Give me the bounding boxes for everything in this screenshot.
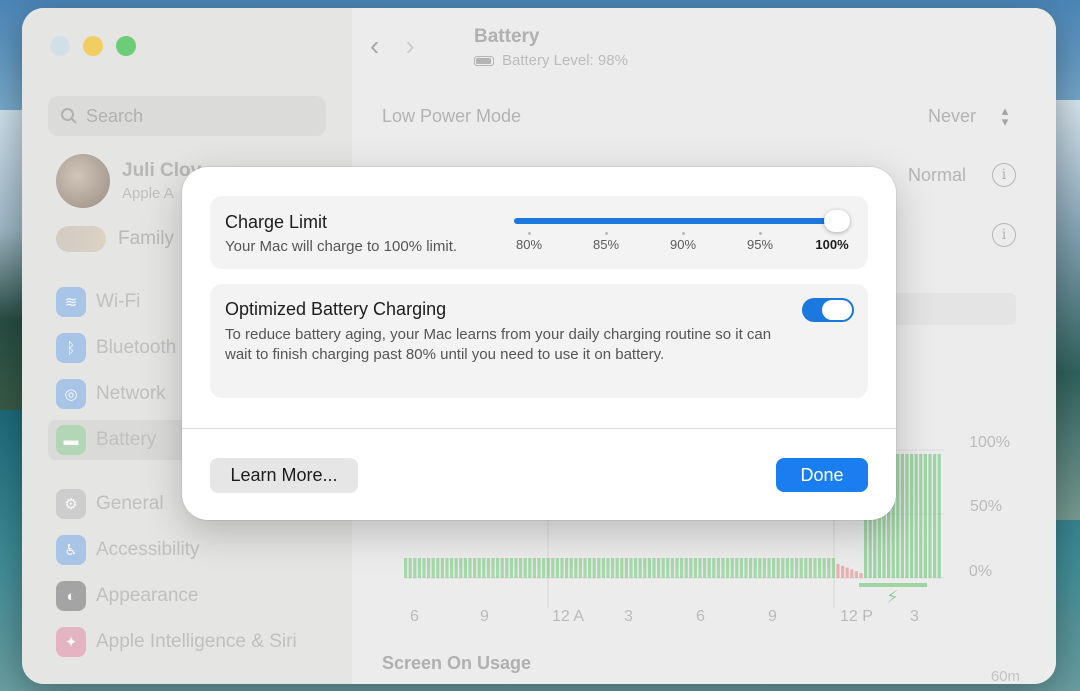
optimized-charging-description: To reduce battery aging, your Mac learns… xyxy=(225,326,772,363)
slider-tick-label: 80% xyxy=(515,237,543,252)
optimized-charging-toggle[interactable] xyxy=(802,298,854,322)
charge-limit-card: Charge Limit Your Mac will charge to 100… xyxy=(210,196,868,269)
battery-options-dialog: Charge Limit Your Mac will charge to 100… xyxy=(182,167,896,520)
charge-limit-title: Charge Limit xyxy=(225,212,328,232)
slider-tick-label: 95% xyxy=(746,237,774,252)
done-button[interactable]: Done xyxy=(776,458,868,492)
slider-tick xyxy=(682,232,685,235)
slider-track xyxy=(514,218,834,224)
charge-limit-slider[interactable]: 80% 85% 90% 95% 100% xyxy=(514,210,854,254)
optimized-charging-title: Optimized Battery Charging xyxy=(225,299,447,319)
slider-tick-label: 90% xyxy=(669,237,697,252)
slider-tick-label: 100% xyxy=(815,237,849,252)
learn-more-button[interactable]: Learn More... xyxy=(210,458,358,492)
slider-tick xyxy=(605,232,608,235)
slider-tick xyxy=(528,232,531,235)
slider-tick-label: 85% xyxy=(592,237,620,252)
dialog-divider xyxy=(182,428,896,429)
charge-limit-description: Your Mac will charge to 100% limit. xyxy=(225,238,458,255)
optimized-charging-card: Optimized Battery Charging To reduce bat… xyxy=(210,284,868,398)
slider-tick xyxy=(759,232,762,235)
slider-thumb[interactable] xyxy=(824,210,850,232)
toggle-knob xyxy=(822,300,852,320)
